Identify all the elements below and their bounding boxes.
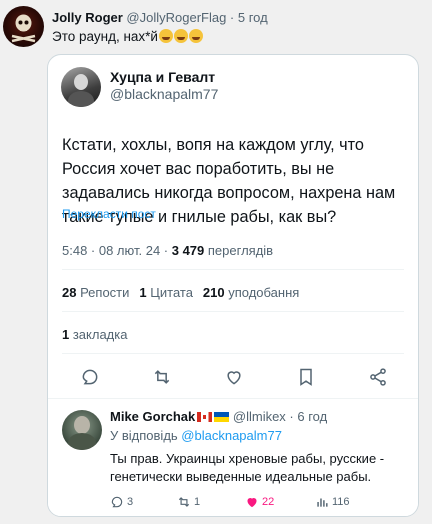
reply-like-button[interactable]: 22 [245, 495, 274, 509]
quotes-count: 1 [139, 285, 147, 300]
repost-button[interactable] [150, 365, 174, 389]
ukraine-flag-icon [214, 412, 230, 422]
reply-post[interactable]: Mike Gorchak @llmikex · 6 год У відповід… [48, 400, 418, 516]
post-timestamp[interactable]: 5:48 · 08 лют. 24 · [62, 243, 172, 258]
sweat-smile-emoji-icon [173, 29, 188, 43]
quotes-label: Цитата [146, 285, 193, 300]
sweat-smile-emoji-icon [158, 29, 173, 43]
sweat-smile-emoji-icon [188, 29, 203, 43]
reply-to-prefix: У відповідь [110, 428, 182, 443]
outer-post-text: Это раунд, нах*й [52, 29, 203, 44]
quoted-display-name[interactable]: Хуцпа и Гевалт [110, 69, 215, 85]
reply-reply-button[interactable]: 3 [110, 495, 133, 509]
share-icon [370, 368, 386, 386]
heart-icon [227, 371, 241, 385]
likes-stat[interactable]: 210 уподобання [203, 285, 299, 300]
likes-count: 210 [202, 285, 225, 300]
repost-icon [154, 370, 170, 384]
outer-display-name[interactable]: Jolly Roger [52, 10, 123, 25]
reposts-stat[interactable]: 28 Репости [62, 285, 129, 300]
post-meta: 5:48 · 08 лют. 24 · 3 479 переглядів [62, 243, 273, 258]
like-button[interactable] [222, 365, 246, 389]
views-label: переглядів [204, 243, 274, 258]
reply-icon [111, 496, 123, 508]
heart-icon [247, 498, 257, 508]
repost-icon [178, 497, 190, 507]
reply-icon [82, 369, 98, 385]
divider [62, 269, 404, 270]
bookmarks-label: закладка [69, 327, 128, 342]
engagement-stats: 28 Репости 1 Цитата 210 уподобання [62, 285, 299, 300]
likes-label: уподобання [224, 285, 300, 300]
reply-button[interactable] [78, 365, 102, 389]
views-icon [317, 498, 328, 507]
reply-text: Ты прав. Украинцы хреновые рабы, русские… [110, 451, 385, 484]
divider [48, 398, 418, 399]
bookmarks-stat[interactable]: 1 закладка [62, 327, 127, 342]
reply-reposts-count: 1 [194, 496, 201, 508]
reply-header: Mike Gorchak @llmikex · 6 год [110, 409, 327, 424]
reply-views-count: 116 [332, 496, 350, 508]
outer-handle-time[interactable]: @JollyRogerFlag · 5 год [126, 10, 267, 25]
outer-post-text-content: Это раунд, нах*й [52, 29, 158, 44]
canada-flag-icon [197, 412, 213, 422]
reposts-label: Репости [76, 285, 130, 300]
outer-avatar[interactable] [3, 6, 44, 47]
quotes-stat[interactable]: 1 Цитата [139, 285, 193, 300]
divider [62, 353, 404, 354]
reply-to-handle[interactable]: @blacknapalm77 [181, 428, 282, 443]
quoted-handle[interactable]: @blacknapalm77 [110, 86, 218, 102]
reply-likes-count: 22 [262, 496, 275, 508]
reply-repost-button[interactable]: 1 [177, 495, 200, 509]
translate-post-link[interactable]: Перекласти пост [62, 207, 156, 221]
bookmark-button[interactable] [294, 365, 318, 389]
share-button[interactable] [366, 365, 390, 389]
post-action-bar [48, 365, 418, 389]
reply-replies-count: 3 [127, 496, 134, 508]
reply-display-name[interactable]: Mike Gorchak [110, 409, 195, 424]
divider [62, 311, 404, 312]
quoted-author-avatar[interactable] [61, 67, 101, 107]
reply-to-line: У відповідь @blacknapalm77 [110, 428, 282, 443]
bookmark-icon [300, 368, 312, 386]
reply-author-avatar[interactable] [62, 410, 102, 450]
reply-handle-time[interactable]: @llmikex · 6 год [233, 409, 327, 424]
reposts-count: 28 [62, 285, 77, 300]
outer-post-header: Jolly Roger @JollyRogerFlag · 5 год [52, 10, 268, 25]
reply-views-button[interactable]: 116 [315, 495, 350, 509]
quoted-post-card[interactable]: Хуцпа и Гевалт @blacknapalm77 Кстати, хо… [47, 54, 419, 517]
views-count: 3 479 [171, 243, 205, 258]
